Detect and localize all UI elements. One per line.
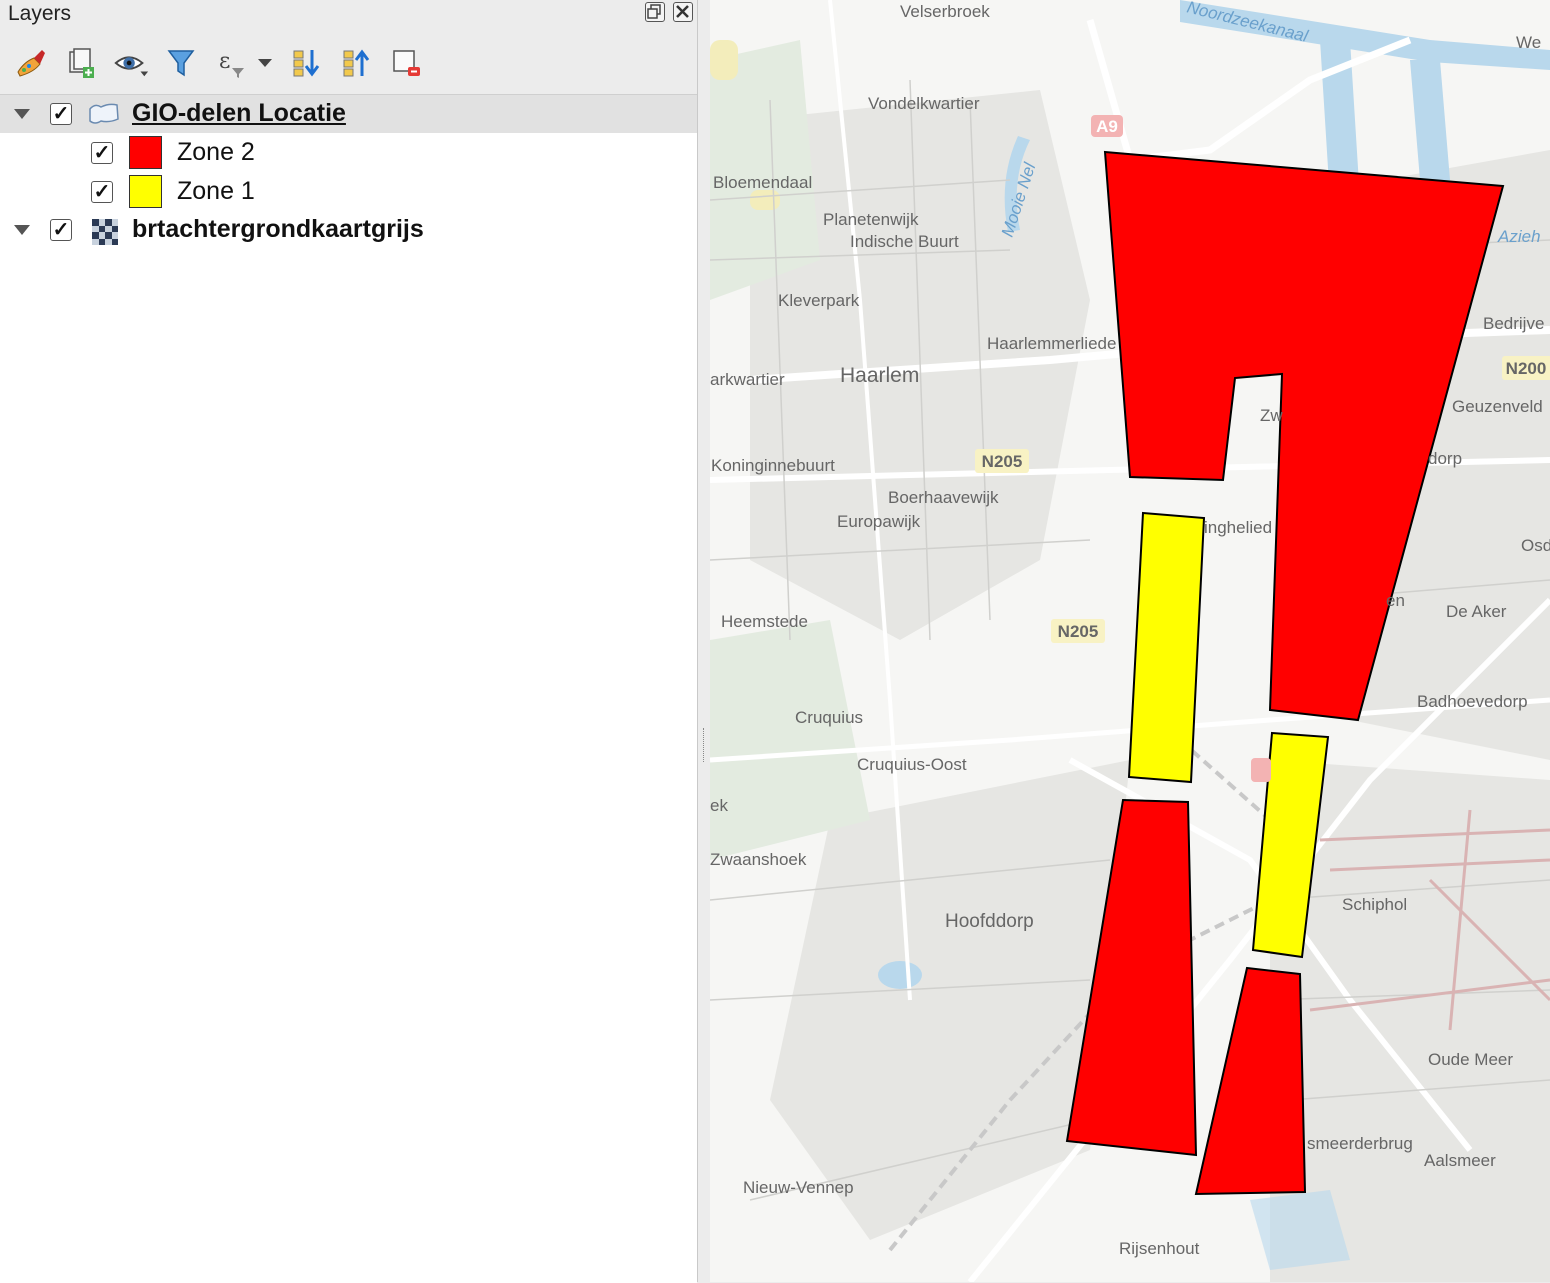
panel-header: Layers xyxy=(0,0,697,30)
place-label: Koninginnebuurt xyxy=(711,456,835,475)
place-label: Hoofddorp xyxy=(945,911,1034,932)
place-label: ek xyxy=(710,796,728,815)
road-label-n205: N205 xyxy=(982,452,1023,471)
place-label: Nieuw-Vennep xyxy=(743,1178,854,1197)
place-label: Haarlemmerliede xyxy=(987,334,1116,353)
layer-name: brtachtergrondkaartgrijs xyxy=(132,215,424,243)
road-shield-n205-a: N205 xyxy=(975,449,1029,473)
layer-row-gio-delen-locatie[interactable]: ✓ GIO-delen Locatie xyxy=(0,95,697,133)
place-label: en xyxy=(1386,591,1405,610)
layer-visibility-checkbox[interactable]: ✓ xyxy=(50,219,72,241)
place-label: dorp xyxy=(1428,449,1462,468)
place-label: Kleverpark xyxy=(778,291,860,310)
place-label: Osd xyxy=(1521,536,1550,555)
place-label: Rijsenhout xyxy=(1119,1239,1200,1258)
raster-layer-icon xyxy=(92,219,118,245)
panel-splitter[interactable] xyxy=(697,0,711,1282)
float-panel-button[interactable] xyxy=(645,2,665,22)
layer-row-brtachtergrondkaartgrijs[interactable]: ✓ brtachtergrondkaartgrijs xyxy=(0,211,697,249)
filter-legend-button[interactable] xyxy=(162,44,200,82)
collapse-all-icon xyxy=(343,49,370,77)
place-label: We xyxy=(1516,33,1541,52)
place-label: arkwartier xyxy=(710,370,785,389)
place-label: Boerhaavewijk xyxy=(888,488,999,507)
map-canvas[interactable]: A9 N205 N205 N200 Noordzeekanaal Mooie N… xyxy=(710,0,1550,1282)
remove-layer-button[interactable] xyxy=(388,44,426,82)
map-svg: A9 N205 N205 N200 Noordzeekanaal Mooie N… xyxy=(710,0,1550,1282)
place-label: Cruquius xyxy=(795,708,863,727)
road-label-n200: N200 xyxy=(1506,359,1547,378)
manage-visibility-button[interactable] xyxy=(112,44,150,82)
place-label: Indische Buurt xyxy=(850,232,959,251)
svg-text:ε: ε xyxy=(219,49,230,74)
layers-panel: Layers ε ✓ GIO-delen Locatie ✓ Zone 2 ✓ … xyxy=(0,0,697,1283)
open-layer-styling-icon xyxy=(17,50,45,77)
add-group-icon xyxy=(69,48,94,78)
filter-by-expression-icon: ε xyxy=(219,49,244,78)
filter-by-expression-button[interactable]: ε xyxy=(212,44,250,82)
legend-item-label: Zone 1 xyxy=(177,177,255,205)
open-layer-styling-button[interactable] xyxy=(12,44,50,82)
road-label-a9: A9 xyxy=(1096,117,1118,136)
place-label: Badhoevedorp xyxy=(1417,692,1528,711)
zone-2-polygon-southeast xyxy=(1194,966,1307,1196)
place-label: Vondelkwartier xyxy=(868,94,980,113)
layer-tree: ✓ GIO-delen Locatie ✓ Zone 2 ✓ Zone 1 ✓ xyxy=(0,94,697,1283)
legend-item-label: Zone 2 xyxy=(177,138,255,166)
road-shield-n205-b: N205 xyxy=(1051,619,1105,643)
layers-toolbar: ε xyxy=(0,40,697,86)
legend-item-zone-2[interactable]: ✓ Zone 2 xyxy=(0,133,697,171)
zone-2-color-swatch xyxy=(129,136,162,169)
road-shield-n200: N200 xyxy=(1502,356,1550,380)
close-icon xyxy=(676,5,689,18)
zone-1-color-swatch xyxy=(129,175,162,208)
road-shield-a9-north: A9 xyxy=(1091,115,1123,137)
place-label: Aalsmeer xyxy=(1424,1151,1496,1170)
place-label: Zw xyxy=(1260,406,1283,425)
place-label: Geuzenveld xyxy=(1452,397,1543,416)
manage-visibility-icon xyxy=(114,56,149,77)
place-label: inghelied xyxy=(1204,518,1272,537)
splitter-grip[interactable] xyxy=(703,728,707,762)
collapse-arrow-icon[interactable] xyxy=(14,109,30,119)
water-label: Azieh xyxy=(1497,227,1541,246)
legend-item-checkbox[interactable]: ✓ xyxy=(91,181,113,203)
place-label: Schiphol xyxy=(1342,895,1407,914)
place-label: Europawijk xyxy=(837,512,921,531)
place-label: De Aker xyxy=(1446,602,1507,621)
panel-title: Layers xyxy=(8,2,72,25)
close-panel-button[interactable] xyxy=(673,2,693,22)
legend-item-checkbox[interactable]: ✓ xyxy=(91,142,113,164)
layer-name: GIO-delen Locatie xyxy=(132,99,346,127)
place-label: Bloemendaal xyxy=(713,173,812,192)
road-label-n205: N205 xyxy=(1058,622,1099,641)
chevron-down-icon xyxy=(258,59,272,67)
place-label: Planetenwijk xyxy=(823,210,919,229)
add-group-button[interactable] xyxy=(62,44,100,82)
place-label: Bedrijve xyxy=(1483,314,1544,333)
place-label: Oude Meer xyxy=(1428,1050,1513,1069)
place-label: Velserbroek xyxy=(900,2,990,21)
float-icon xyxy=(647,4,661,19)
remove-layer-icon xyxy=(393,50,420,76)
expand-all-button[interactable] xyxy=(288,44,326,82)
zone-1-polygon-west xyxy=(1127,511,1206,784)
polygon-layer-icon xyxy=(89,103,119,124)
place-label: smeerderbrug xyxy=(1307,1134,1413,1153)
filter-legend-icon xyxy=(167,50,195,77)
layer-visibility-checkbox[interactable]: ✓ xyxy=(50,103,72,125)
expand-all-icon xyxy=(293,50,320,77)
collapse-all-button[interactable] xyxy=(338,44,376,82)
collapse-arrow-icon[interactable] xyxy=(14,225,30,235)
place-label: Cruquius-Oost xyxy=(857,755,967,774)
road-shield-a9-south xyxy=(1251,758,1271,782)
place-label: Zwaanshoek xyxy=(710,850,807,869)
place-label: Heemstede xyxy=(721,612,808,631)
expression-dropdown-button[interactable] xyxy=(250,44,280,82)
place-label: Haarlem xyxy=(840,364,919,387)
legend-item-zone-1[interactable]: ✓ Zone 1 xyxy=(0,173,697,211)
